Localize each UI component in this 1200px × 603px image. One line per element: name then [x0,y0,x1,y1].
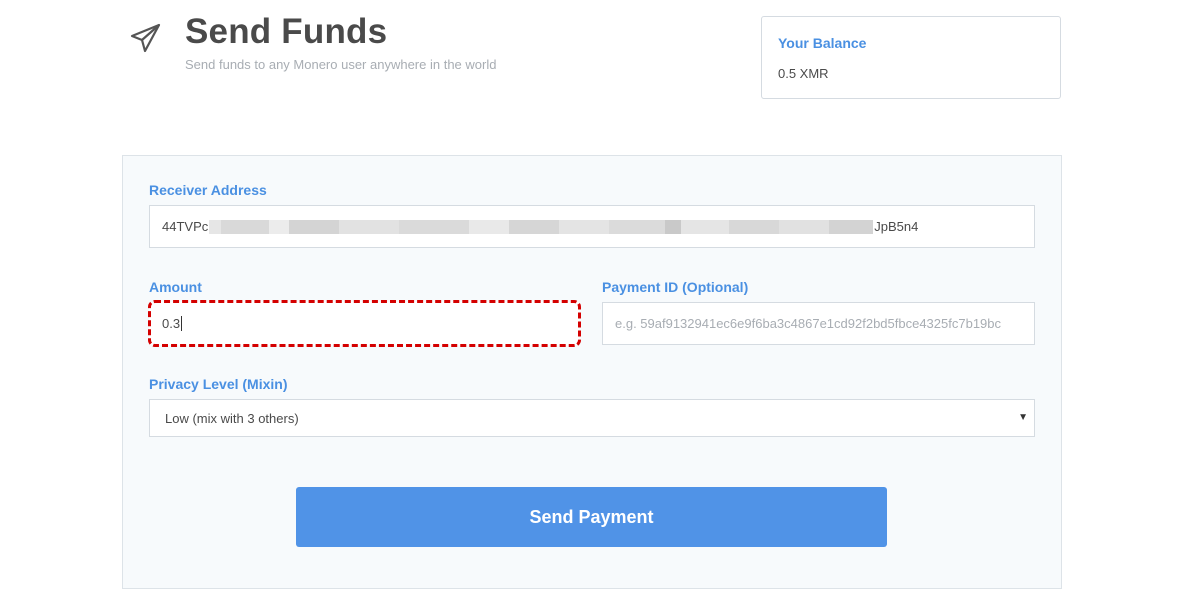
paper-plane-icon [128,20,164,56]
page-subtitle: Send funds to any Monero user anywhere i… [185,57,497,72]
receiver-address-end: JpB5n4 [874,219,919,234]
privacy-level-select[interactable]: Low (mix with 3 others) ▼ [149,399,1035,437]
balance-card: Your Balance 0.5 XMR [761,16,1061,99]
page-title: Send Funds [185,12,388,51]
receiver-address-label: Receiver Address [149,182,267,198]
payment-id-label: Payment ID (Optional) [602,279,749,295]
page-header: Send Funds Send funds to any Monero user… [128,12,648,92]
address-redaction [209,219,874,234]
balance-label: Your Balance [778,35,867,51]
amount-label: Amount [149,279,202,295]
payment-id-input[interactable]: e.g. 59af9132941ec6e9f6ba3c4867e1cd92f2b… [602,302,1035,345]
privacy-level-label: Privacy Level (Mixin) [149,376,288,392]
balance-value: 0.5 XMR [778,66,829,81]
privacy-level-value: Low (mix with 3 others) [165,410,299,426]
receiver-address-input[interactable]: 44TVPc JpB5n4 [149,205,1035,248]
send-payment-button[interactable]: Send Payment [296,487,887,547]
receiver-address-start: 44TVPc [162,219,209,234]
amount-highlight [148,300,581,347]
chevron-down-icon: ▼ [1018,412,1028,423]
